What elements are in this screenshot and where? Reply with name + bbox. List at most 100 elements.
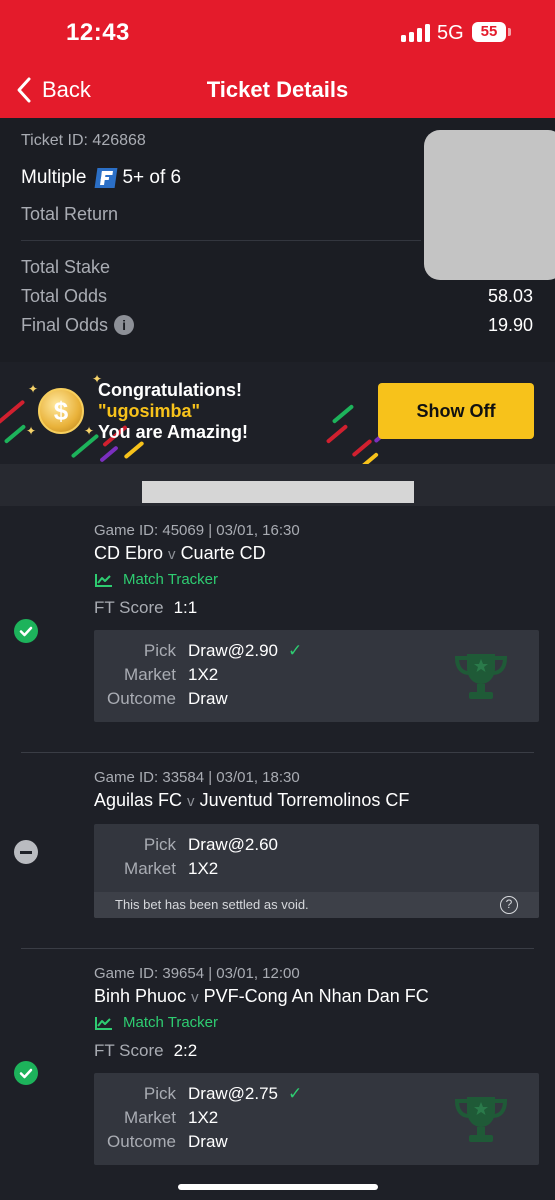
congrats-username: "ugosimba" bbox=[98, 401, 201, 421]
home-team: Binh Phuoc bbox=[94, 986, 187, 1006]
match-tracker-link[interactable]: Match Tracker bbox=[94, 571, 218, 588]
congrats-line: You are Amazing! bbox=[98, 422, 249, 442]
chart-line-icon bbox=[95, 573, 112, 587]
match-teams: Aguilas FC v Juventud Torremolinos CF bbox=[94, 790, 409, 811]
final-odds-row: Final Odds i bbox=[21, 315, 135, 336]
ft-score: FT Score 1:1 bbox=[94, 598, 197, 618]
chart-line-icon bbox=[95, 1016, 112, 1030]
market-value: 1X2 bbox=[188, 665, 219, 684]
battery-icon: 55 bbox=[472, 22, 506, 42]
check-icon: ✓ bbox=[288, 641, 303, 660]
match-teams: Binh Phuoc v PVF-Cong An Nhan Dan FC bbox=[94, 986, 429, 1007]
match-tracker-label: Match Tracker bbox=[123, 571, 219, 588]
battery-tip bbox=[508, 28, 511, 36]
away-team: Juventud Torremolinos CF bbox=[199, 790, 410, 810]
back-label: Back bbox=[42, 77, 91, 102]
pick-value: Draw@2.75 ✓ bbox=[188, 1084, 302, 1104]
summary-divider bbox=[21, 240, 421, 241]
outcome-label: Outcome bbox=[107, 689, 176, 708]
vs-label: v bbox=[191, 989, 199, 1006]
sparkle-icon: ✦ bbox=[26, 424, 37, 438]
selection-card: Game ID: 39654 | 03/01, 12:00 Binh Phuoc… bbox=[0, 950, 555, 1200]
back-button[interactable]: Back bbox=[14, 74, 91, 106]
trophy-icon bbox=[454, 654, 508, 699]
pick-label: Pick bbox=[143, 641, 176, 660]
confetti-streak bbox=[331, 404, 355, 424]
void-status-icon bbox=[14, 840, 38, 864]
ticket-id: Ticket ID: 426868 bbox=[21, 132, 146, 149]
info-icon[interactable]: i bbox=[114, 315, 135, 335]
ft-score-label: FT Score bbox=[94, 1041, 164, 1060]
app-header: 12:43 5G 55 Ticket Details Back bbox=[0, 0, 555, 118]
ft-score-value: 2:2 bbox=[173, 1041, 198, 1060]
flexi-icon bbox=[95, 168, 118, 188]
pick-row: Pick Draw@2.60 bbox=[94, 835, 539, 859]
market-label: Market bbox=[124, 665, 176, 684]
confetti-streak bbox=[3, 424, 27, 444]
confetti-streak bbox=[99, 445, 119, 463]
network-label: 5G bbox=[437, 22, 464, 44]
final-odds-value: 19.90 bbox=[487, 315, 533, 335]
status-time: 12:43 bbox=[66, 19, 130, 46]
show-off-button[interactable]: Show Off bbox=[378, 383, 534, 439]
market-row: Market 1X2 bbox=[94, 859, 539, 883]
combo-label: 5+ of 6 bbox=[122, 167, 182, 188]
ft-score: FT Score 2:2 bbox=[94, 1041, 197, 1061]
bet-type: Multiple 5+ of 6 bbox=[21, 167, 181, 189]
away-team: Cuarte CD bbox=[180, 543, 266, 563]
won-status-icon bbox=[14, 619, 38, 643]
game-id: Game ID: 39654 | 03/01, 12:00 bbox=[94, 965, 300, 982]
sparkle-icon: ✦ bbox=[84, 424, 95, 438]
congrats-line: Congratulations! bbox=[98, 380, 242, 400]
trophy-icon bbox=[454, 1097, 508, 1142]
home-team: Aguilas FC bbox=[94, 790, 183, 810]
pick-text: Draw@2.75 bbox=[188, 1084, 279, 1103]
status-bar: 12:43 5G 55 bbox=[0, 0, 555, 66]
away-team: PVF-Cong An Nhan Dan FC bbox=[203, 986, 429, 1006]
confetti-streak bbox=[361, 452, 379, 464]
total-stake-label: Total Stake bbox=[21, 257, 111, 277]
congrats-banner: ✦ ✦ ✦ ✦ $ Congratulations! "ugosimba" Yo… bbox=[0, 362, 555, 464]
match-teams: CD Ebro v Cuarte CD bbox=[94, 543, 266, 564]
redacted-area bbox=[424, 130, 555, 280]
question-icon[interactable]: ? bbox=[500, 896, 518, 914]
outcome-value: Draw bbox=[188, 689, 228, 708]
pick-value: Draw@2.90 ✓ bbox=[188, 641, 302, 661]
ft-score-label: FT Score bbox=[94, 598, 164, 617]
match-tracker-label: Match Tracker bbox=[123, 1014, 219, 1031]
check-icon: ✓ bbox=[288, 1084, 303, 1103]
void-notice: This bet has been settled as void. ? bbox=[94, 892, 539, 918]
home-team: CD Ebro bbox=[94, 543, 164, 563]
pick-value: Draw@2.60 bbox=[188, 835, 279, 854]
home-indicator[interactable] bbox=[178, 1184, 378, 1190]
market-value: 1X2 bbox=[188, 1108, 219, 1127]
card-divider bbox=[21, 752, 534, 753]
won-status-icon bbox=[14, 1061, 38, 1085]
vs-label: v bbox=[187, 793, 195, 810]
confetti-streak bbox=[351, 438, 373, 458]
pick-label: Pick bbox=[143, 1084, 176, 1103]
coin-icon: $ bbox=[38, 388, 84, 434]
game-id: Game ID: 45069 | 03/01, 16:30 bbox=[94, 522, 300, 539]
pick-details: Pick Draw@2.90 ✓ Market 1X2 Outcome Draw bbox=[94, 630, 539, 722]
vs-label: v bbox=[168, 546, 176, 563]
match-tracker-link[interactable]: Match Tracker bbox=[94, 1014, 218, 1031]
market-label: Market bbox=[124, 859, 176, 878]
market-value: 1X2 bbox=[188, 859, 219, 878]
game-id: Game ID: 33584 | 03/01, 18:30 bbox=[94, 769, 300, 786]
total-odds-label: Total Odds bbox=[21, 286, 108, 306]
sparkle-icon: ✦ bbox=[28, 382, 39, 396]
selection-card: Game ID: 33584 | 03/01, 18:30 Aguilas FC… bbox=[0, 754, 555, 950]
ticket-summary: Ticket ID: 426868 Multiple 5+ of 6 Total… bbox=[0, 118, 555, 362]
signal-icon bbox=[401, 24, 431, 42]
pick-label: Pick bbox=[143, 835, 176, 854]
market-label: Market bbox=[124, 1108, 176, 1127]
selection-card: Game ID: 45069 | 03/01, 16:30 CD Ebro v … bbox=[0, 506, 555, 754]
final-odds-label: Final Odds bbox=[21, 315, 109, 335]
confetti-streak bbox=[0, 399, 26, 425]
outcome-label: Outcome bbox=[107, 1132, 176, 1151]
confetti-streak bbox=[325, 424, 349, 444]
ft-score-value: 1:1 bbox=[173, 598, 198, 617]
congrats-message: Congratulations! "ugosimba" You are Amaz… bbox=[98, 380, 248, 443]
total-return-label: Total Return bbox=[21, 204, 119, 224]
